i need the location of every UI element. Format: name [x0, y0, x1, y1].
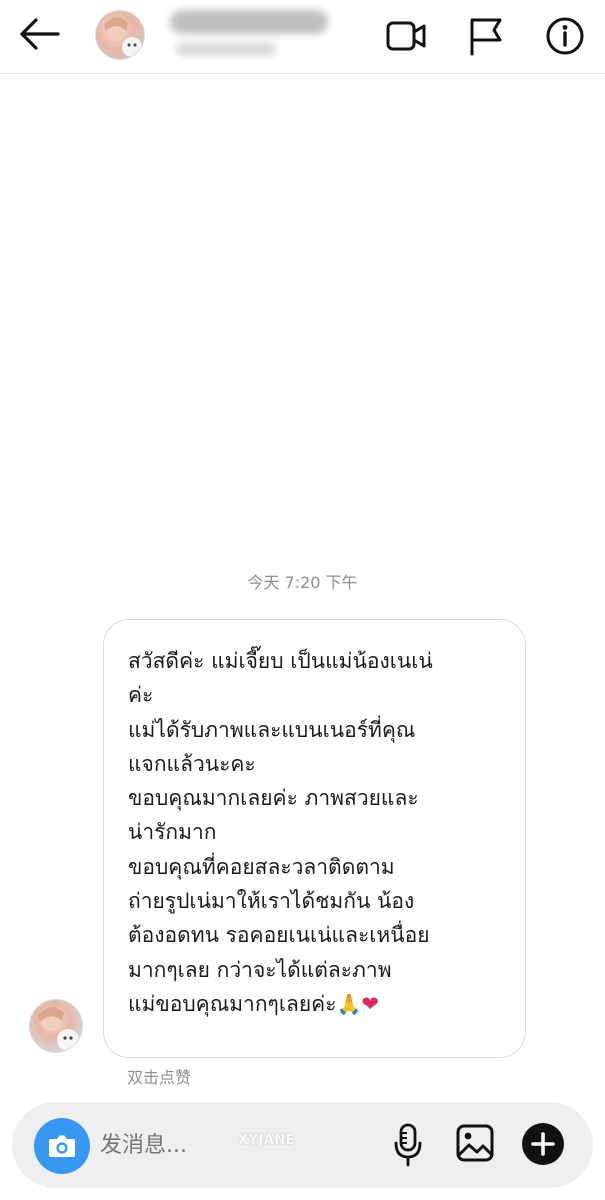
- microphone-icon: [394, 1123, 422, 1167]
- video-call-button[interactable]: [384, 14, 428, 58]
- message-line: ขอบคุณมากเลยค่ะ ภาพสวยและ: [128, 786, 419, 811]
- arrow-left-icon: [20, 18, 60, 50]
- info-button[interactable]: [543, 14, 587, 58]
- back-button[interactable]: [14, 12, 64, 56]
- message-line-last: แม่ขอบคุณมากๆเลยค่ะ🙏❤: [128, 987, 505, 1021]
- voice-message-button[interactable]: [393, 1121, 423, 1171]
- message-input[interactable]: [100, 1118, 240, 1174]
- contact-name-blurred[interactable]: [170, 10, 328, 34]
- more-options-button[interactable]: [520, 1121, 566, 1167]
- image-icon: [456, 1124, 494, 1162]
- message-line-text: แม่ขอบคุณมากๆเลยค่ะ: [128, 991, 337, 1016]
- pray-emoji: 🙏: [336, 991, 362, 1016]
- chat-header: [0, 0, 605, 74]
- plus-circle-icon: [522, 1123, 564, 1165]
- contact-avatar[interactable]: [95, 10, 145, 60]
- message-line: แจกแล้วนะคะ: [128, 751, 256, 776]
- gallery-button[interactable]: [455, 1123, 495, 1163]
- message-line: สวัสดีค่ะ แม่เจี๊ยบ เป็นแม่น้องเนเน่: [128, 649, 433, 673]
- message-line: ขอบคุณที่คอยสละวลาติดตาม: [128, 854, 395, 879]
- double-tap-like-hint: 双击点赞: [127, 1068, 192, 1087]
- watermark-text: XYJANE: [238, 1133, 296, 1148]
- camera-icon: [49, 1135, 75, 1157]
- message-line: น่ารักมาก: [128, 820, 217, 845]
- camera-button[interactable]: [34, 1118, 90, 1174]
- avatar-photo: [104, 17, 142, 57]
- avatar-photo: [38, 1007, 79, 1051]
- info-icon: [546, 17, 584, 55]
- flag-icon: [470, 18, 502, 56]
- report-button[interactable]: [464, 14, 508, 58]
- video-camera-icon: [386, 21, 426, 51]
- message-timestamp: 今天 7:20 下午: [247, 573, 358, 592]
- message-line: ต้องอดทน รอคอยเนเน่และเหนื่อย: [128, 923, 430, 948]
- contact-username-blurred: [176, 42, 276, 56]
- message-composer: XYJANE: [12, 1102, 593, 1188]
- message-line: แม่ได้รับภาพและแบนเนอร์ที่คุณ: [128, 717, 416, 742]
- message-bubble[interactable]: สวัสดีค่ะ แม่เจี๊ยบ เป็นแม่น้องเนเน่ ค่ะ…: [103, 619, 526, 1058]
- heart-emoji: ❤: [361, 991, 380, 1016]
- message-line: ถ่ายรูปเน่มาให้เราได้ชมกัน น้อง: [128, 889, 415, 914]
- sender-avatar[interactable]: [29, 999, 83, 1053]
- message-line: มากๆเลย กว่าจะได้แต่ละภาพ: [128, 957, 392, 982]
- message-line: ค่ะ: [128, 683, 154, 708]
